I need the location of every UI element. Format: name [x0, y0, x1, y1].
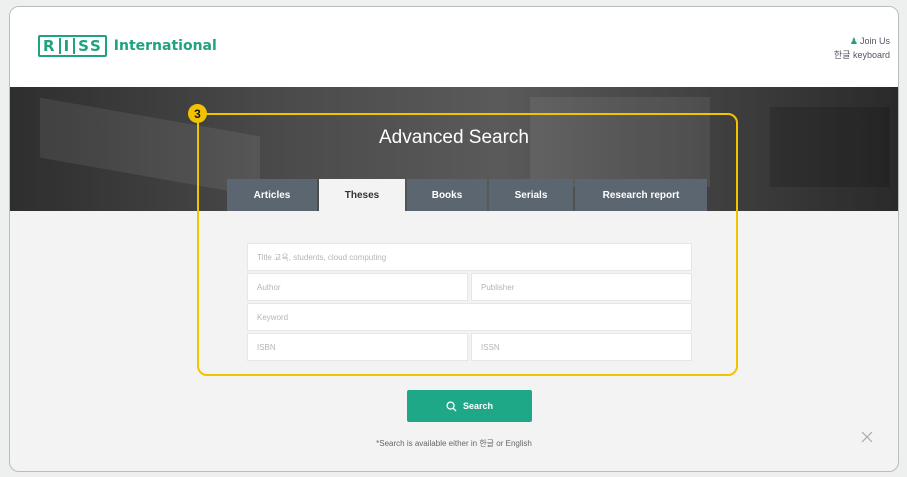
- search-button-label: Search: [462, 401, 494, 411]
- user-links: ♟ Join Us 한글 keyboard: [834, 34, 890, 62]
- top-bar: R I SS International ♟ Join Us 한글 keyboar…: [10, 7, 898, 87]
- logo-letter-r: R: [43, 37, 56, 55]
- person-icon: ♟: [849, 36, 858, 46]
- app-window: R I SS International ♟ Join Us 한글 keyboar…: [9, 6, 899, 472]
- riss-logo[interactable]: R I SS International: [38, 35, 217, 57]
- logo-letter-s1: S: [78, 37, 90, 55]
- callout-highlight-box: [197, 113, 738, 376]
- join-link[interactable]: ♟ Join Us: [834, 34, 890, 48]
- search-button[interactable]: Search: [407, 390, 532, 422]
- logo-divider: [73, 38, 76, 54]
- logo-mark: R I SS: [38, 35, 107, 57]
- search-icon: [446, 400, 457, 412]
- keyboard-link[interactable]: 한글 keyboard: [834, 48, 890, 62]
- logo-divider: [58, 38, 61, 54]
- logo-letter-s2: S: [89, 37, 102, 55]
- logo-letter-i: I: [63, 37, 71, 55]
- callout-number-badge: 3: [188, 104, 207, 123]
- language-note: *Search is available either in 한글 or Eng…: [376, 439, 532, 448]
- join-label: Join Us: [859, 36, 890, 46]
- logo-text: International: [113, 38, 217, 54]
- close-icon[interactable]: [860, 430, 874, 444]
